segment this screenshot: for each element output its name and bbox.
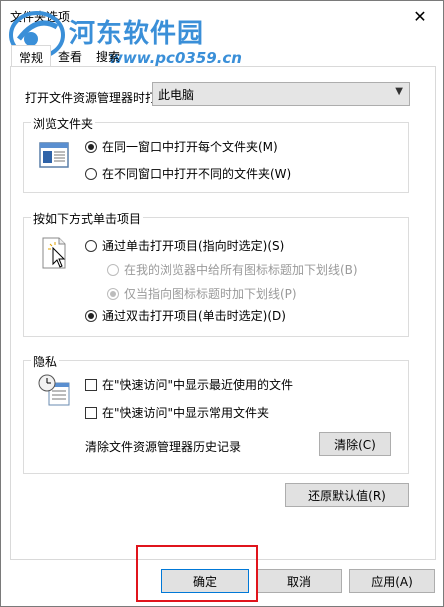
tab-strip: 常规 查看 搜索 <box>11 45 127 68</box>
checkbox[interactable] <box>85 378 97 391</box>
clear-history-label: 清除文件资源管理器历史记录 <box>85 440 242 454</box>
browse-folders-group: 浏览文件夹 <box>23 115 409 193</box>
radio-single-click[interactable]: 通过单击打开项目(指向时选定)(S) <box>85 237 284 254</box>
check-recent-files[interactable]: 在"快速访问"中显示最近使用的文件 <box>85 376 293 393</box>
tab-view[interactable]: 查看 <box>51 45 89 67</box>
radio-underline-hover-label: 仅当指向图标标题时加下划线(P) <box>124 287 297 301</box>
privacy-title: 隐私 <box>31 353 60 370</box>
apply-button[interactable]: 应用(A) <box>349 569 435 593</box>
radio-same-window-label: 在同一窗口中打开每个文件夹(M) <box>102 140 278 154</box>
radio-underline-hover: 仅当指向图标标题时加下划线(P) <box>107 285 297 302</box>
restore-defaults-button[interactable]: 还原默认值(R) <box>285 483 409 507</box>
tab-search[interactable]: 搜索 <box>89 45 127 67</box>
chevron-down-icon: ▼ <box>395 86 403 97</box>
check-recent-files-label: 在"快速访问"中显示最近使用的文件 <box>102 378 294 392</box>
radio-underline-all-label: 在我的浏览器中给所有图标标题加下划线(B) <box>124 263 358 277</box>
open-explorer-label: 打开文件资源管理器时打 <box>25 91 158 105</box>
radio-same-window[interactable]: 在同一窗口中打开每个文件夹(M) <box>85 138 278 155</box>
radio-button[interactable] <box>85 239 97 252</box>
check-frequent-folders-label: 在"快速访问"中显示常用文件夹 <box>102 406 270 420</box>
radio-underline-all: 在我的浏览器中给所有图标标题加下划线(B) <box>107 261 358 278</box>
highlight-annotation <box>136 545 258 602</box>
check-frequent-folders[interactable]: 在"快速访问"中显示常用文件夹 <box>85 404 269 421</box>
clear-history-button[interactable]: 清除(C) <box>319 432 391 456</box>
radio-button <box>107 263 119 276</box>
radio-single-click-label: 通过单击打开项目(指向时选定)(S) <box>102 239 285 253</box>
cancel-button[interactable]: 取消 <box>256 569 342 593</box>
click-items-title: 按如下方式单击项目 <box>31 210 144 227</box>
browse-folders-title: 浏览文件夹 <box>31 115 96 132</box>
clock-document-icon <box>38 374 70 406</box>
radio-button[interactable] <box>85 140 97 153</box>
watermark-url: www.pc0359.cn <box>109 49 242 67</box>
tab-general[interactable]: 常规 <box>11 45 52 68</box>
open-explorer-select[interactable]: 此电脑 ▼ <box>152 82 410 106</box>
radio-button[interactable] <box>85 309 97 322</box>
close-icon[interactable]: ✕ <box>397 1 443 31</box>
checkbox[interactable] <box>85 406 97 419</box>
open-explorer-value: 此电脑 <box>158 88 195 102</box>
radio-new-window[interactable]: 在不同窗口中打开不同的文件夹(W) <box>85 165 291 182</box>
radio-double-click[interactable]: 通过双击打开项目(单击时选定)(D) <box>85 307 286 324</box>
pointer-click-icon <box>42 237 66 269</box>
radio-button <box>107 287 119 300</box>
folder-options-dialog: 文件夹选项 ✕ 河东软件园 www.pc0359.cn 常规 查看 搜索 打开文… <box>0 0 444 607</box>
folder-window-icon <box>39 142 69 168</box>
radio-button[interactable] <box>85 167 97 180</box>
radio-double-click-label: 通过双击打开项目(单击时选定)(D) <box>102 309 286 323</box>
radio-new-window-label: 在不同窗口中打开不同的文件夹(W) <box>102 167 292 181</box>
